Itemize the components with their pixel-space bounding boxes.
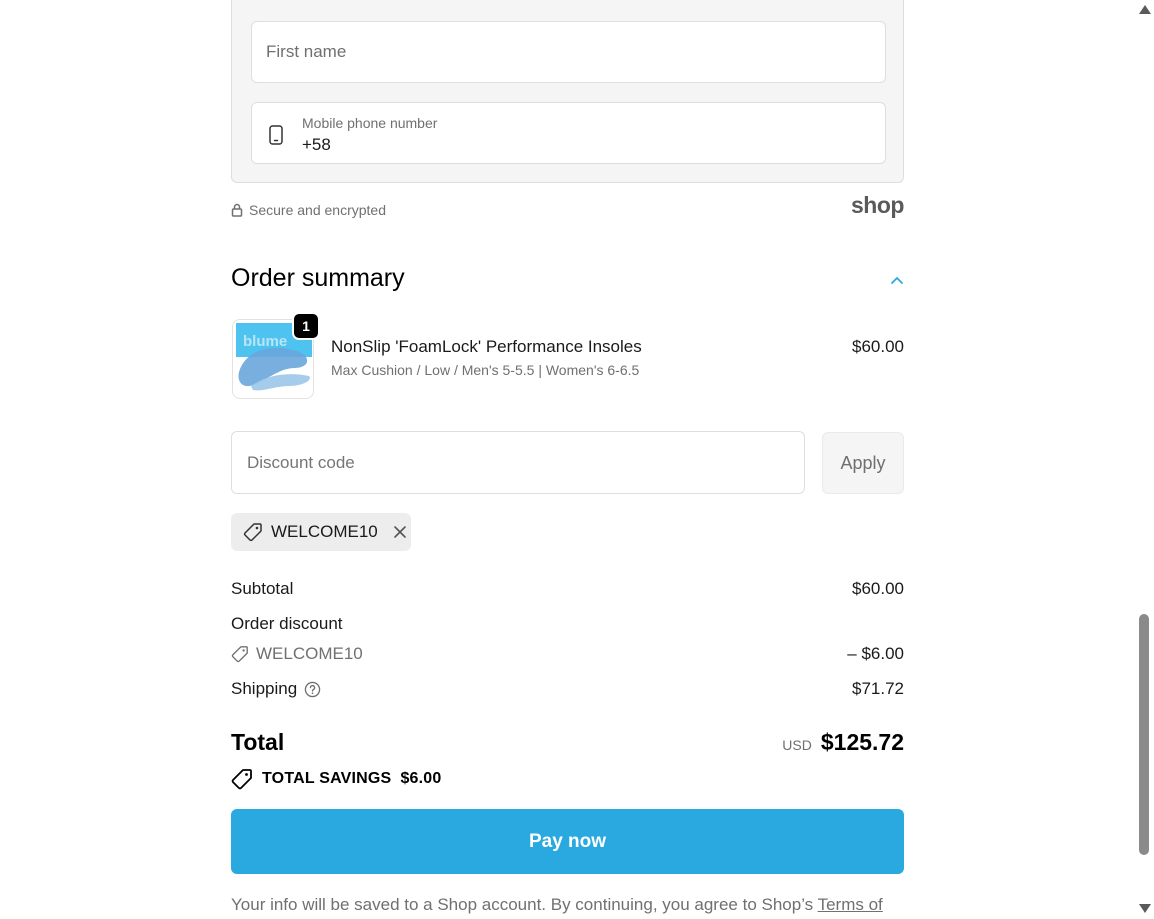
total-amount: USD $125.72 [782,729,904,756]
subtotal-value: $60.00 [852,579,904,598]
product-price: $60.00 [852,337,904,356]
order-summary-title: Order summary [231,264,405,292]
pay-now-button[interactable]: Pay now [231,809,904,874]
tag-icon [231,646,248,663]
discount-code-input[interactable] [232,432,804,493]
discount-code-field[interactable] [231,431,805,494]
scroll-up-arrow-icon[interactable] [1139,5,1151,14]
phone-field-label: Mobile phone number [302,115,438,131]
applied-discount-chip: WELCOME10 [231,513,411,551]
chevron-up-icon[interactable] [889,273,905,287]
order-discount-value: – $6.00 [847,644,904,663]
tag-icon [243,523,262,542]
terms-link[interactable]: Terms of [818,895,883,914]
product-name: NonSlip 'FoamLock' Performance Insoles [331,337,642,356]
page-scrollbar[interactable] [1135,0,1154,919]
shop-pay-panel: Mobile phone number +58 [231,0,904,183]
total-label: Total [231,729,285,755]
shipping-row-label: Shipping [231,679,321,699]
legal-notice: Your info will be saved to a Shop accoun… [231,895,883,915]
apply-button[interactable]: Apply [822,432,904,494]
shipping-label: Shipping [231,679,298,698]
order-discount-label: Order discount [231,614,343,633]
subtotal-label: Subtotal [231,579,294,598]
order-discount-code-row: WELCOME10 [231,644,363,664]
total-savings: TOTAL SAVINGS $6.00 [231,768,441,790]
shipping-value: $71.72 [852,679,904,698]
shop-logo: shop [851,192,904,218]
lock-icon [231,203,243,217]
savings-tag-icon [231,769,252,790]
secure-text: Secure and encrypted [249,202,386,218]
total-value: $125.72 [820,729,904,755]
product-variant: Max Cushion / Low / Men's 5-5.5 | Women'… [331,362,640,378]
thumb-brand-text: blume [243,333,287,350]
legal-text: Your info will be saved to a Shop accoun… [231,895,818,914]
secure-notice: Secure and encrypted [231,202,386,218]
remove-discount-icon[interactable] [392,524,408,540]
first-name-input[interactable] [252,22,885,82]
savings-value: $6.00 [400,770,442,787]
first-name-field[interactable] [251,21,886,83]
order-discount-code: WELCOME10 [256,644,363,663]
scroll-down-arrow-icon[interactable] [1139,904,1151,913]
mobile-phone-icon [269,125,283,145]
quantity-badge: 1 [292,312,320,340]
savings-label: TOTAL SAVINGS [262,770,392,787]
currency-code: USD [782,737,812,753]
phone-input-value[interactable]: +58 [302,135,331,155]
scrollbar-thumb[interactable] [1139,614,1149,855]
phone-field[interactable]: Mobile phone number +58 [251,102,886,164]
applied-discount-code: WELCOME10 [271,522,378,541]
help-circle-icon[interactable] [304,681,321,698]
